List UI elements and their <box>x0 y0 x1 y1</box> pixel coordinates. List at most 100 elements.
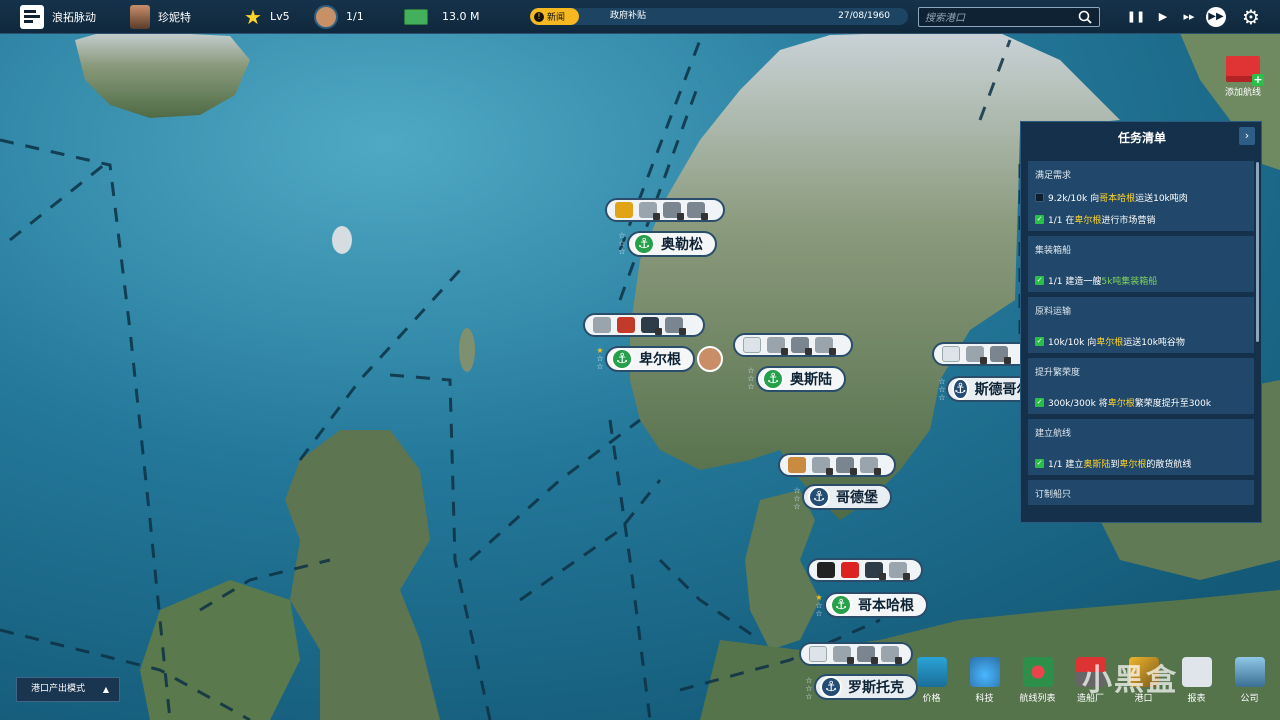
task-card[interactable]: 提升繁荣度 ✓ 300k/300k 将卑尔根繁荣度提升至300k <box>1028 358 1254 414</box>
dock-routes[interactable]: 航线列表 <box>1011 655 1064 715</box>
task-scrollbar[interactable] <box>1256 162 1259 342</box>
tool-icon <box>791 337 812 355</box>
task-card[interactable]: 订制船只 <box>1028 480 1254 505</box>
task-panel-title: 任务清单 <box>1117 131 1166 145</box>
port-goods-bar[interactable] <box>605 198 725 222</box>
task-panel: 任务清单 › 满足需求 9.2k/10k 向哥本哈根运送10k吨肉 ✓ 1/1 … <box>1020 121 1262 523</box>
port-goods-bar[interactable] <box>583 313 705 337</box>
level-value: Lv5 <box>269 10 290 23</box>
crate-icon <box>966 346 987 364</box>
port-stars: ☆ ☆ ☆ <box>747 366 755 391</box>
port-bergen[interactable]: ⚓ 卑尔根 <box>605 346 695 372</box>
fuel-icon <box>841 562 859 578</box>
land-faroe <box>332 226 352 254</box>
port-name: 卑尔根 <box>639 352 681 368</box>
port-gothenburg[interactable]: ⚓ 哥德堡 <box>802 484 892 510</box>
port-oslo[interactable]: ⚓ 奥斯陆 <box>756 366 846 392</box>
task-line: 9.2k/10k 向哥本哈根运送10k吨肉 <box>1028 181 1254 204</box>
chevron-right-icon[interactable]: › <box>1239 127 1255 145</box>
port-stars: ★ ☆ ☆ <box>815 593 823 618</box>
container-icon: + <box>1226 56 1264 86</box>
port-stars: ★ ☆ ☆ <box>596 346 604 371</box>
port-stockholm[interactable]: ⚓ 斯德哥尔 <box>946 376 1020 402</box>
film-icon <box>641 317 662 335</box>
agent-avatar[interactable] <box>697 346 723 372</box>
checkbox-checked-icon: ✓ <box>1035 459 1044 468</box>
meat-icon <box>617 317 635 333</box>
port-rostock[interactable]: ⚓ 罗斯托克 <box>814 674 918 700</box>
fast-forward-icon[interactable]: ▸▸ <box>1179 7 1199 27</box>
task-card[interactable]: 集装箱船 ✓ 1/1 建造一艘5k吨集装箱船 <box>1028 236 1254 292</box>
player-name: 珍妮特 <box>158 10 191 24</box>
task-list: 满足需求 9.2k/10k 向哥本哈根运送10k吨肉 ✓ 1/1 在卑尔根进行市… <box>1028 161 1254 510</box>
cargo-icon <box>593 317 611 333</box>
port-goods-bar[interactable] <box>799 642 913 666</box>
triangle-up-icon: ▲ <box>102 685 109 694</box>
port-copenhagen[interactable]: ⚓ 哥本哈根 <box>824 592 928 618</box>
search-icon[interactable] <box>1077 10 1095 25</box>
container-goods-icon <box>889 562 910 580</box>
crate-icon <box>833 646 854 664</box>
agents-info[interactable]: 1/1 <box>314 0 364 33</box>
globe-pin-icon <box>1022 657 1053 687</box>
port-goods-bar[interactable] <box>733 333 853 357</box>
container-goods-icon <box>815 337 836 355</box>
news-ticker[interactable]: ! 新闻 政府补贴 27/08/1960 <box>530 8 908 25</box>
task-category: 满足需求 <box>1035 171 1072 181</box>
money-info[interactable]: 13.0 M <box>404 0 479 33</box>
add-route-label: 添加航线 <box>1224 88 1261 98</box>
task-category: 订制船只 <box>1035 490 1072 500</box>
building-icon <box>1234 657 1265 687</box>
gear-icon[interactable]: ⚙ <box>1240 6 1262 28</box>
report-icon <box>1181 657 1212 687</box>
fastest-speed-icon[interactable]: ▶▶ <box>1206 7 1226 27</box>
task-category: 建立航线 <box>1035 429 1072 439</box>
port-stars: ☆ ☆ ☆ <box>618 231 626 256</box>
port-name: 哥德堡 <box>836 490 878 506</box>
port-search[interactable] <box>918 7 1100 27</box>
task-card[interactable]: 建立航线 ✓ 1/1 建立奥斯陆到卑尔根的散货航线 <box>1028 419 1254 475</box>
task-card[interactable]: 满足需求 9.2k/10k 向哥本哈根运送10k吨肉 ✓ 1/1 在卑尔根进行市… <box>1028 161 1254 231</box>
play-icon[interactable]: ▶ <box>1153 7 1173 27</box>
checkbox-checked-icon: ✓ <box>1035 337 1044 346</box>
film-icon <box>865 562 886 580</box>
task-line: ✓ 1/1 建造一艘5k吨集装箱船 <box>1035 276 1158 287</box>
company-logo-icon <box>20 4 44 29</box>
anchor-icon: ⚓ <box>820 676 842 698</box>
player-info[interactable]: 珍妮特 <box>130 0 191 33</box>
add-route-button[interactable]: + 添加航线 <box>1220 56 1266 98</box>
port-output-mode-button[interactable]: 港口产出模式 ▲ <box>16 677 120 702</box>
tool-icon <box>857 646 878 664</box>
checkbox-checked-icon: ✓ <box>1035 215 1044 224</box>
port-goods-bar[interactable] <box>807 558 923 582</box>
money-value: 13.0 M <box>442 10 480 23</box>
pause-icon[interactable]: ❚❚ <box>1126 7 1146 27</box>
dock-price[interactable]: 价格 <box>905 655 958 715</box>
anchor-icon: ⚓ <box>952 378 969 400</box>
port-name: 斯德哥尔 <box>974 382 1020 398</box>
company-info[interactable]: 浪拓脉动 <box>20 0 96 33</box>
dock-company[interactable]: 公司 <box>1223 655 1276 715</box>
tool-icon <box>990 346 1011 364</box>
task-category: 原料运输 <box>1035 307 1072 317</box>
star-icon: ★ <box>244 4 262 29</box>
port-goods-bar[interactable] <box>778 453 896 477</box>
tool-icon <box>836 457 857 475</box>
coal-icon <box>817 562 835 578</box>
task-category: 提升繁荣度 <box>1035 368 1081 378</box>
port-goods-bar[interactable] <box>932 342 1020 366</box>
port-aalesund[interactable]: ⚓ 奥勒松 <box>627 231 717 257</box>
tv-icon <box>665 317 686 335</box>
container-goods-icon <box>881 646 902 664</box>
task-card[interactable]: 原料运输 ✓ 10k/10k 向卑尔根运送10k吨谷物 <box>1028 297 1254 353</box>
task-category: 集装箱船 <box>1035 246 1072 256</box>
level-info[interactable]: ★ Lv5 <box>244 0 290 33</box>
checkbox-checked-icon: ✓ <box>1035 276 1044 285</box>
dock-tech[interactable]: 科技 <box>958 655 1011 715</box>
task-line: ✓ 10k/10k 向卑尔根运送10k吨谷物 <box>1035 337 1185 348</box>
search-input[interactable] <box>923 9 1077 27</box>
anchor-icon: ⚓ <box>611 348 633 370</box>
crate-icon <box>767 337 788 355</box>
watermark-text: 小黑盒 <box>1082 663 1178 698</box>
game-date: 27/08/1960 <box>838 11 890 21</box>
